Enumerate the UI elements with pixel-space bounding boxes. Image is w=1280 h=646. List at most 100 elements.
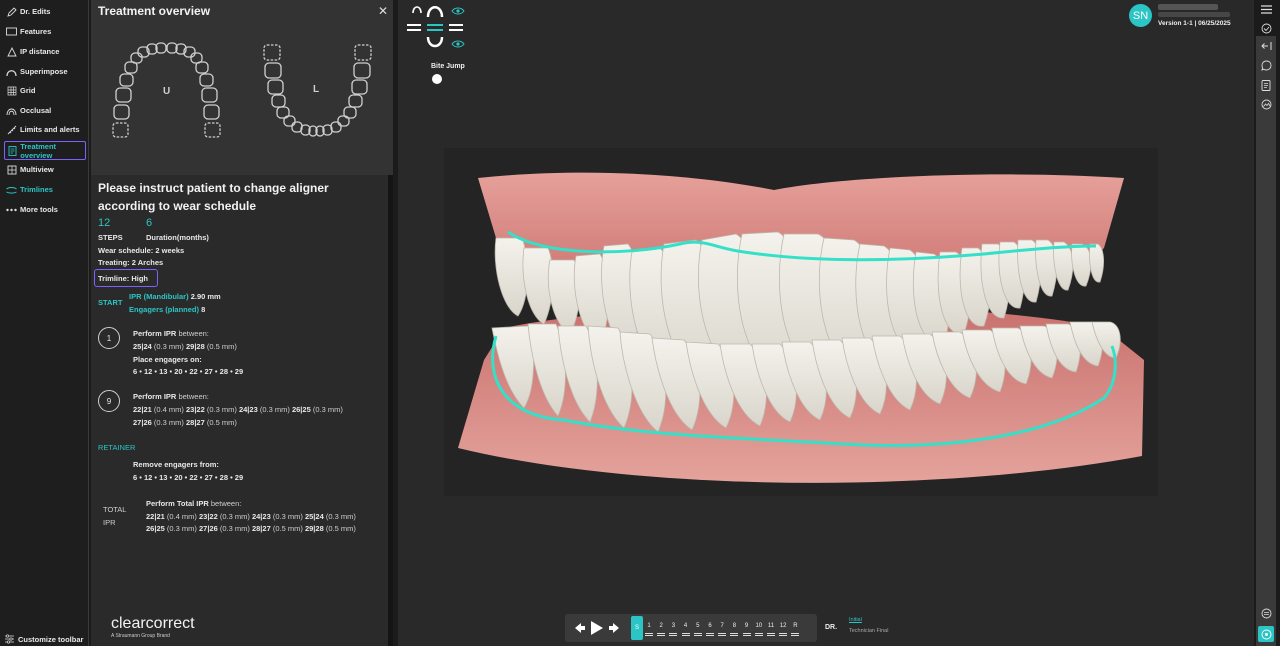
tool-label: Multiview <box>20 165 54 174</box>
settings-icon <box>4 634 15 644</box>
triangle-icon <box>6 46 17 57</box>
lower-arch-toggle[interactable] <box>449 24 463 31</box>
arch-visibility-controls <box>407 6 465 48</box>
tool-label: Superimpose <box>20 67 68 76</box>
tool-label: IP distance <box>20 47 60 56</box>
tool-limits-alerts[interactable]: Limits and alerts <box>4 120 86 139</box>
menu-icon[interactable] <box>1259 2 1273 16</box>
tool-label: Treatment overview <box>20 141 57 160</box>
timeline-step-current[interactable]: S <box>631 616 643 640</box>
avatar[interactable]: SN <box>1129 4 1152 27</box>
lower-arch-label: L <box>313 84 319 95</box>
collapse-icon[interactable] <box>1259 39 1273 53</box>
timeline-step[interactable]: 3 <box>668 623 678 629</box>
ipr-pair: 26|25 <box>291 405 311 414</box>
timeline-step[interactable]: 12 <box>778 623 788 629</box>
tool-label: Occlusal <box>20 106 52 115</box>
tool-superimpose[interactable]: Superimpose <box>4 62 86 81</box>
save-icon[interactable] <box>1259 606 1273 620</box>
ipr-pair: 22|21 <box>133 405 152 414</box>
timeline-step-marker <box>645 633 653 636</box>
ipr-mm: (0.3 mm) <box>219 524 250 533</box>
tool-label: Dr. Edits <box>20 7 51 16</box>
timeline-step[interactable]: 8 <box>729 623 739 629</box>
notes-icon[interactable] <box>1259 78 1273 92</box>
tool-treatment-overview[interactable]: Treatment overview <box>4 141 86 160</box>
step-timeline: S 1 2 3 4 5 6 7 8 9 10 11 12 R <box>565 614 817 642</box>
timeline-step[interactable]: 6 <box>705 623 715 629</box>
initial-link[interactable]: Initial <box>849 617 862 623</box>
step-1-engager-list: 6 • 12 • 13 • 20 • 22 • 27 • 28 • 29 <box>133 367 244 376</box>
ipr-mm: (0.3 mm) <box>153 342 184 351</box>
eye-icon[interactable] <box>451 7 465 15</box>
multiview-icon <box>6 164 17 175</box>
step-1-ipr-line: 25|24 (0.3 mm) 29|28 (0.5 mm) <box>133 342 237 351</box>
upper-arch-label: U <box>163 86 170 97</box>
tool-label: More tools <box>20 205 58 214</box>
trimlines-icon <box>6 184 17 195</box>
customize-toolbar-button[interactable]: Customize toolbar <box>4 634 83 644</box>
engagers-label: Engagers (planned) <box>129 305 200 314</box>
ipr-pair: 27|26 <box>133 418 152 427</box>
tool-dr-edits[interactable]: Dr. Edits <box>4 2 86 21</box>
image-icon[interactable] <box>1259 97 1273 111</box>
chat-icon[interactable] <box>1259 58 1273 72</box>
check-icon[interactable] <box>1259 21 1273 35</box>
tool-label: Trimlines <box>20 185 53 194</box>
step-back-icon[interactable] <box>575 623 585 633</box>
ipr-summary: IPR (Mandibular) 2.90 mm <box>129 292 221 301</box>
timeline-step[interactable]: 7 <box>717 623 727 629</box>
step-1-badge: 1 <box>98 327 120 349</box>
step-forward-icon[interactable] <box>609 623 619 633</box>
tool-grid[interactable]: Grid <box>4 81 86 100</box>
timeline-step[interactable]: R <box>790 623 800 629</box>
tool-multiview[interactable]: Multiview <box>4 160 86 179</box>
tool-occlusal[interactable]: Occlusal <box>4 101 86 120</box>
eye-icon[interactable] <box>451 40 465 48</box>
ipr-mm: (0.3 mm) <box>166 524 197 533</box>
upper-arch-toggle[interactable] <box>407 6 422 31</box>
ipr-mm: (0.5 mm) <box>206 342 237 351</box>
occlusal-icon <box>6 105 17 116</box>
dr-label: DR. <box>825 624 838 631</box>
arch-icon <box>6 66 17 77</box>
ipr-pair: 25|24 <box>133 342 152 351</box>
grid-icon <box>6 85 17 96</box>
wear-schedule: Wear schedule: 2 weeks <box>98 246 185 255</box>
timeline-step[interactable]: 5 <box>693 623 703 629</box>
ipr-mm: (0.5 mm) <box>325 524 356 533</box>
timeline-step[interactable]: 9 <box>742 623 752 629</box>
dental-model-scene[interactable] <box>444 148 1158 496</box>
treatment-overview-panel: Treatment overview ✕ U L Please instruct… <box>91 0 393 646</box>
play-icon[interactable] <box>591 621 603 635</box>
between-label: between: <box>178 392 209 401</box>
step-9-ipr-line-2: 27|26 (0.3 mm) 28|27 (0.5 mm) <box>133 418 237 427</box>
upper-arch-icon[interactable] <box>426 6 444 48</box>
dental-model <box>458 172 1144 483</box>
total-ipr-line-2: 26|25 (0.3 mm) 27|26 (0.3 mm) 28|27 (0.5… <box>146 524 356 533</box>
ipr-pair: 24|23 <box>251 512 271 521</box>
technician-final-link[interactable]: Technician Final <box>849 628 888 634</box>
timeline-step[interactable]: 1 <box>644 623 654 629</box>
bite-jump-toggle[interactable] <box>432 74 442 84</box>
ipr-pair: 29|28 <box>304 524 324 533</box>
step-9-ipr-line-1: 22|21 (0.4 mm) 23|22 (0.3 mm) 24|23 (0.3… <box>133 405 343 414</box>
start-label: START <box>98 298 123 307</box>
tool-more-tools[interactable]: More tools <box>4 200 86 219</box>
tool-trimlines[interactable]: Trimlines <box>4 180 86 199</box>
ipr-mm: (0.3 mm) <box>206 405 237 414</box>
timeline-step[interactable]: 11 <box>766 623 776 629</box>
help-icon[interactable] <box>1258 626 1274 642</box>
perform-label: Perform IPR <box>133 329 177 338</box>
total-ipr-line-1: 22|21 (0.4 mm) 23|22 (0.3 mm) 24|23 (0.3… <box>146 512 356 521</box>
arch-diagram-area: Treatment overview ✕ U L <box>91 0 393 175</box>
between-label: between: <box>210 499 242 508</box>
timeline-step[interactable]: 4 <box>681 623 691 629</box>
tool-ip-distance[interactable]: IP distance <box>4 42 86 61</box>
timeline-step[interactable]: 2 <box>656 623 666 629</box>
ipr-mm: (0.4 mm) <box>153 405 184 414</box>
remove-engagers-label: Remove engagers from: <box>133 460 219 469</box>
timeline-step[interactable]: 10 <box>754 623 764 629</box>
tool-features[interactable]: Features <box>4 22 86 41</box>
step-9-badge: 9 <box>98 390 120 412</box>
